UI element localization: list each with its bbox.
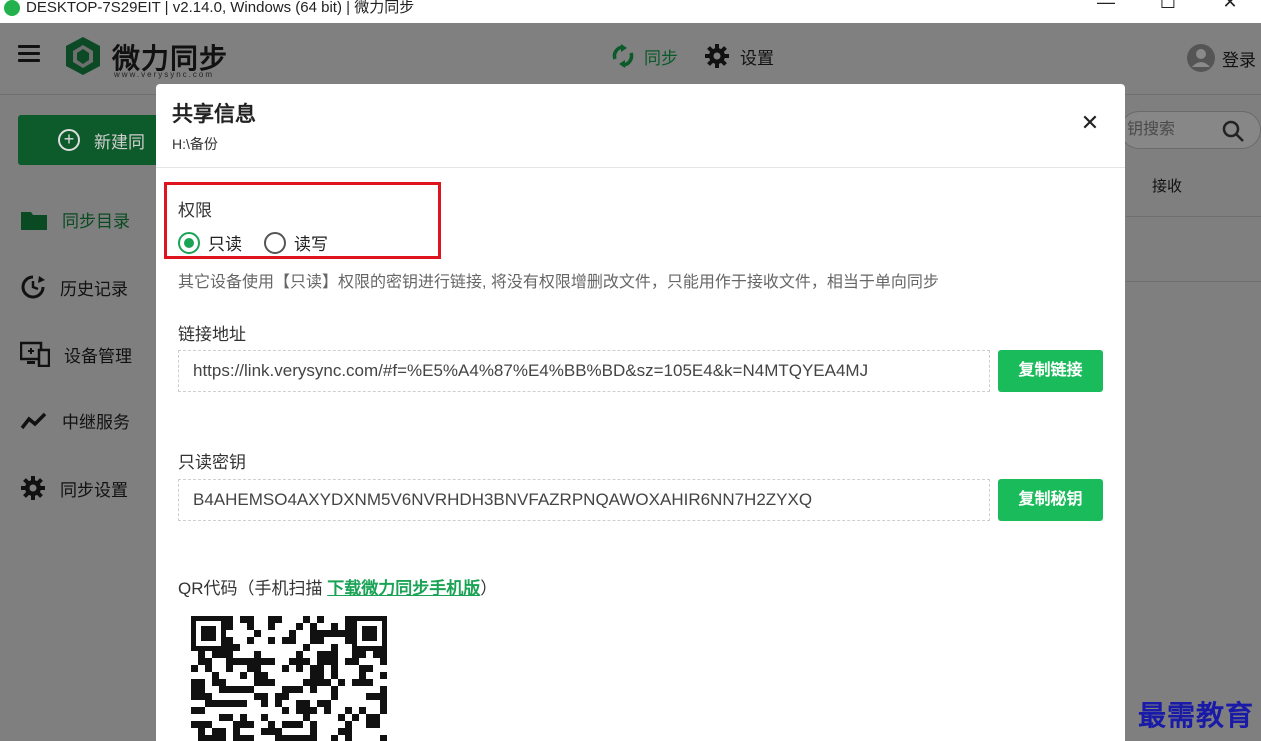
- gear-icon: [705, 44, 729, 68]
- sidebar-item-sync-folders[interactable]: 同步目录: [20, 207, 130, 232]
- new-sync-label: 新建同: [94, 132, 145, 152]
- sidebar-item-label: 设备管理: [64, 346, 132, 366]
- relay-icon: [20, 412, 47, 429]
- plus-icon: +: [58, 129, 80, 151]
- new-sync-button[interactable]: + 新建同: [18, 115, 178, 165]
- radio-read-write[interactable]: 读写: [264, 230, 328, 255]
- sidebar-item-history[interactable]: 历史记录: [20, 274, 128, 300]
- login-label: 登录: [1222, 50, 1256, 70]
- divider: [1126, 281, 1261, 282]
- sidebar-item-label: 中继服务: [62, 413, 130, 432]
- qr-label-prefix: QR代码（手机扫描: [178, 579, 328, 598]
- dialog-header: 共享信息 H:\备份 ✕: [156, 84, 1125, 168]
- sync-icon: [612, 44, 634, 68]
- folder-icon: [21, 211, 47, 230]
- radio-read-only[interactable]: 只读: [178, 230, 242, 255]
- search-placeholder: 钥搜索: [1127, 121, 1176, 138]
- close-icon[interactable]: ✕: [1079, 112, 1101, 134]
- sidebar-item-label: 同步设置: [60, 480, 128, 500]
- qr-label-suffix: ）: [480, 579, 498, 598]
- share-info-dialog: 共享信息 H:\备份 ✕ 权限 只读 读写 其它设备使用【只读】权限的密钥进行链…: [156, 84, 1125, 741]
- top-nav: 同步 设置: [612, 43, 774, 69]
- qr-label: QR代码（手机扫描 下载微力同步手机版）: [178, 574, 497, 599]
- copy-key-button[interactable]: 复制秘钥: [998, 479, 1103, 521]
- hamburger-menu-icon[interactable]: [18, 45, 40, 63]
- device-icon: [20, 341, 50, 367]
- window-titlebar: DESKTOP-7S29EIT | v2.14.0, Windows (64 b…: [0, 0, 1261, 23]
- link-label: 链接地址: [178, 325, 246, 344]
- logo-icon: [66, 37, 100, 75]
- folder-path: H:\备份: [172, 136, 218, 152]
- radio-label: 只读: [208, 235, 242, 254]
- close-window-button[interactable]: ✕: [1199, 0, 1261, 13]
- permission-radio-group: 只读 读写: [178, 230, 350, 255]
- gear-icon: [21, 476, 45, 500]
- sidebar-item-relay[interactable]: 中继服务: [20, 408, 130, 433]
- divider: [1126, 216, 1261, 217]
- copy-link-button[interactable]: 复制链接: [998, 350, 1103, 392]
- column-header-receive: 接收: [1152, 178, 1183, 195]
- qr-code-image: [191, 616, 387, 741]
- window-title: DESKTOP-7S29EIT | v2.14.0, Windows (64 b…: [26, 0, 415, 16]
- app-icon: [4, 0, 20, 16]
- minimize-button[interactable]: —: [1075, 0, 1137, 13]
- sidebar-item-devices[interactable]: 设备管理: [20, 341, 132, 367]
- sidebar-item-sync-settings[interactable]: 同步设置: [20, 475, 128, 501]
- permission-description: 其它设备使用【只读】权限的密钥进行链接, 将没有权限增删改文件，只能用作于接收文…: [178, 274, 939, 291]
- search-icon: [1222, 120, 1244, 142]
- key-label: 只读密钥: [178, 453, 246, 472]
- sidebar-item-label: 同步目录: [62, 212, 130, 231]
- history-icon: [21, 275, 45, 299]
- background-search-input[interactable]: 钥搜索: [1120, 111, 1261, 149]
- sidebar-item-label: 历史记录: [60, 279, 128, 299]
- nav-sync[interactable]: 同步: [612, 44, 678, 69]
- radio-label: 读写: [294, 235, 328, 254]
- radio-checked-icon[interactable]: [178, 231, 200, 254]
- login-button[interactable]: 登录: [1186, 43, 1256, 73]
- maximize-button[interactable]: ☐: [1137, 0, 1199, 13]
- radio-unchecked-icon[interactable]: [264, 231, 286, 254]
- download-mobile-link[interactable]: 下载微力同步手机版: [327, 579, 480, 598]
- user-avatar-icon: [1187, 44, 1215, 72]
- nav-settings-label: 设置: [740, 48, 774, 68]
- link-field[interactable]: https://link.verysync.com/#f=%E5%A4%87%E…: [178, 350, 990, 392]
- brand-url: www.verysync.com: [114, 70, 215, 79]
- readonly-key-field[interactable]: B4AHEMSO4AXYDXNM5V6NVRHDH3BNVFAZRPNQAWOX…: [178, 479, 990, 521]
- dialog-title: 共享信息: [172, 103, 256, 126]
- window-controls: — ☐ ✕: [1075, 0, 1261, 13]
- nav-settings[interactable]: 设置: [704, 43, 774, 69]
- nav-sync-label: 同步: [644, 48, 678, 68]
- permission-label: 权限: [178, 201, 212, 220]
- watermark: 最需教育: [1138, 699, 1255, 732]
